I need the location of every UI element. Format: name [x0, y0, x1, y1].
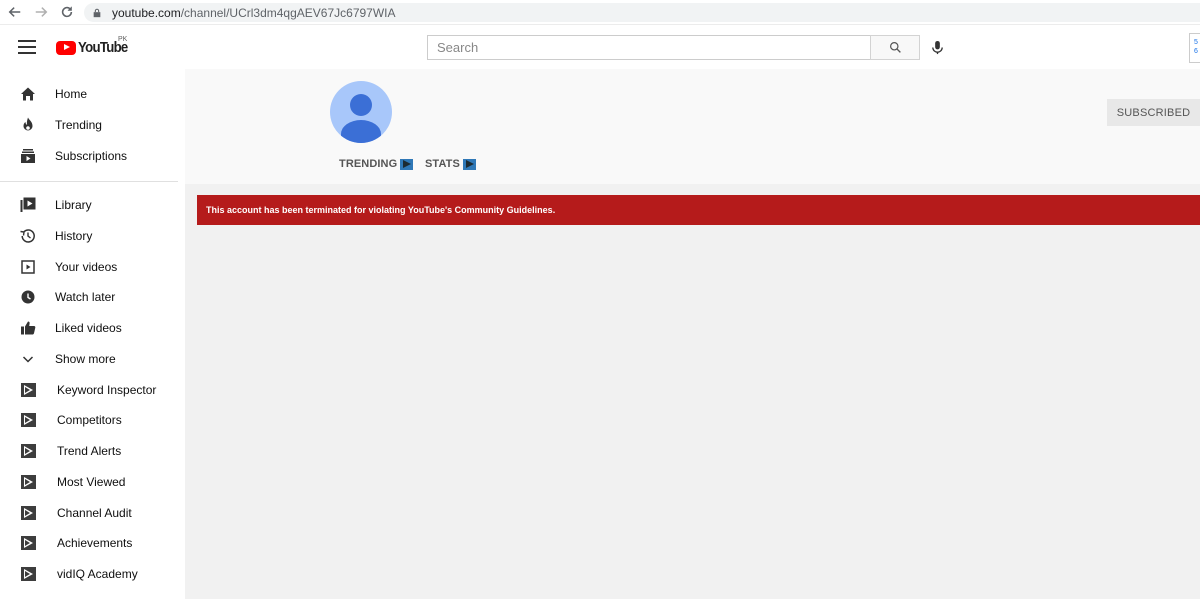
vidiq-play-icon — [19, 534, 37, 552]
youtube-masthead: YouTube PK Search 5 6 — [0, 25, 1200, 69]
sidebar-item-label: Keyword Inspector — [57, 383, 157, 397]
browser-toolbar: youtube.com/channel/UCrl3dm4qgAEV67Jc679… — [0, 0, 1200, 25]
sidebar-item-channel-audit[interactable]: Channel Audit — [0, 498, 185, 528]
sidebar-item-label: Most Viewed — [57, 475, 126, 489]
history-icon — [19, 227, 37, 245]
sidebar-item-label: Watch later — [55, 290, 116, 304]
search-icon — [889, 42, 901, 53]
sidebar-item-vidiq-academy[interactable]: vidIQ Academy — [0, 559, 185, 589]
youtube-logo[interactable]: YouTube PK — [56, 36, 134, 56]
sidebar-item-library[interactable]: Library — [0, 190, 185, 220]
url-path: /channel/UCrl3dm4qgAEV67Jc6797WIA — [180, 5, 396, 20]
arrow-right-icon — [35, 7, 48, 17]
sidebar-item-keyword-inspector[interactable]: Keyword Inspector — [0, 375, 185, 405]
sidebar-item-liked-videos[interactable]: Liked videos — [0, 313, 185, 343]
sidebar-item-label: Channel Audit — [57, 506, 132, 520]
sidebar-item-label: Show more — [55, 352, 116, 366]
vidiq-play-icon — [19, 411, 37, 429]
menu-icon[interactable] — [18, 40, 36, 54]
vidiq-play-icon — [19, 473, 37, 491]
thumbs-up-icon — [19, 319, 37, 337]
search-button[interactable] — [870, 35, 920, 60]
channel-header: TRENDING STATS SUBSCRIBED — [185, 69, 1200, 184]
vidiq-play-icon — [19, 442, 37, 460]
country-code: PK — [118, 36, 128, 43]
url-domain: youtube.com — [112, 5, 181, 20]
arrow-left-icon — [8, 7, 21, 17]
avatar[interactable] — [330, 81, 392, 143]
tab-trending[interactable]: TRENDING — [339, 158, 414, 170]
sidebar-item-history[interactable]: History — [0, 221, 185, 251]
sidebar-item-trend-alerts[interactable]: Trend Alerts — [0, 436, 185, 466]
sidebar-item-label: Competitors — [57, 413, 122, 427]
sidebar-item-label: vidIQ Academy — [57, 567, 138, 581]
vidiq-badge-icon — [400, 158, 414, 170]
sidebar-item-label: Liked videos — [55, 321, 122, 335]
tab-stats[interactable]: STATS — [425, 158, 476, 170]
main-content: TRENDING STATS SUBSCRIBED This account h… — [185, 69, 1200, 599]
sidebar-item-most-viewed[interactable]: Most Viewed — [0, 467, 185, 497]
extension-widget[interactable]: 5 6 — [1189, 33, 1200, 63]
forward-button[interactable] — [30, 1, 52, 23]
vidiq-play-icon — [19, 565, 37, 583]
sidebar-item-label: Trend Alerts — [57, 444, 122, 458]
sidebar-item-achievements[interactable]: Achievements — [0, 528, 185, 558]
sidebar-item-label: Library — [55, 198, 92, 212]
trending-icon — [19, 116, 37, 134]
reload-icon — [61, 6, 73, 18]
search-input[interactable]: Search — [427, 35, 871, 60]
vidiq-badge-icon — [462, 158, 476, 170]
watch-later-icon — [19, 288, 37, 306]
sidebar: Home Trending Subscriptions Library Hist… — [0, 69, 185, 599]
reload-button[interactable] — [56, 1, 78, 23]
vidiq-play-icon — [19, 504, 37, 522]
microphone-icon — [931, 40, 943, 54]
sidebar-item-trending[interactable]: Trending — [0, 110, 185, 140]
sidebar-item-competitors[interactable]: Competitors — [0, 405, 185, 435]
chevron-down-icon — [19, 350, 37, 368]
sidebar-item-your-videos[interactable]: Your videos — [0, 252, 185, 282]
subscribed-button[interactable]: SUBSCRIBED — [1107, 99, 1200, 126]
sidebar-divider — [0, 181, 178, 182]
sidebar-item-label: Your videos — [55, 260, 118, 274]
sidebar-item-subscriptions[interactable]: Subscriptions — [0, 141, 185, 171]
vidiq-play-icon — [19, 381, 37, 399]
voice-search-button[interactable] — [928, 38, 946, 56]
sidebar-item-label: Subscriptions — [55, 149, 128, 163]
address-bar[interactable]: youtube.com/channel/UCrl3dm4qgAEV67Jc679… — [84, 3, 1200, 22]
youtube-play-icon — [56, 40, 76, 55]
sidebar-item-watch-later[interactable]: Watch later — [0, 282, 185, 312]
sidebar-item-label: Achievements — [57, 536, 133, 550]
lock-icon — [92, 7, 104, 19]
back-button[interactable] — [4, 1, 26, 23]
tab-label: TRENDING — [339, 158, 398, 170]
tab-label: STATS — [425, 158, 460, 170]
library-icon — [19, 196, 37, 214]
subscriptions-icon — [19, 147, 37, 165]
sidebar-item-home[interactable]: Home — [0, 79, 185, 109]
sidebar-item-label: History — [55, 229, 93, 243]
avatar-head — [350, 94, 372, 116]
avatar-body — [341, 120, 381, 143]
sidebar-item-label: Home — [55, 87, 88, 101]
home-icon — [19, 85, 37, 103]
search-placeholder: Search — [437, 40, 479, 55]
sidebar-item-show-more[interactable]: Show more — [0, 344, 185, 374]
your-videos-icon — [19, 258, 37, 276]
sidebar-item-label: Trending — [55, 118, 102, 132]
termination-alert: This account has been terminated for vio… — [197, 195, 1200, 225]
